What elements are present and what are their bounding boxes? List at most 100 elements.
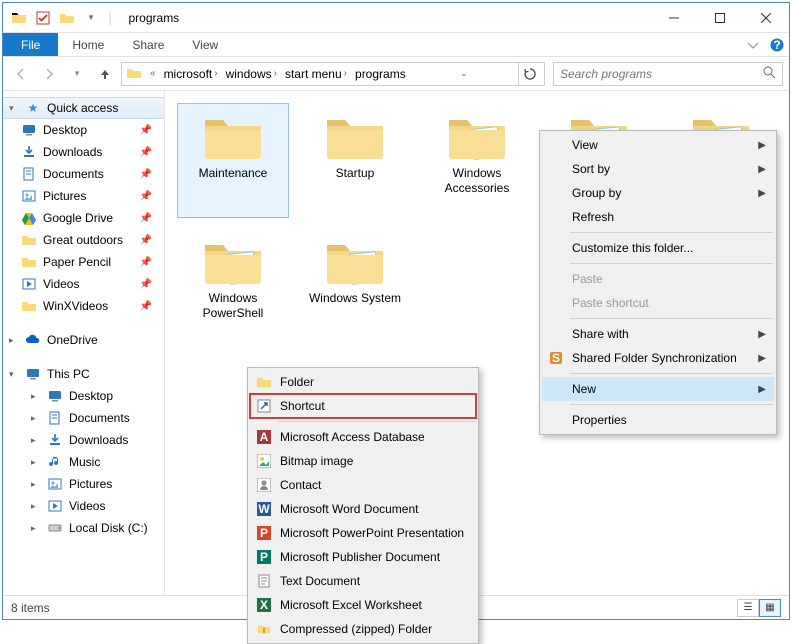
sidebar-item[interactable]: Videos📌 (3, 273, 164, 295)
ctx-new-bitmap[interactable]: Bitmap image (250, 449, 476, 473)
forward-button[interactable] (37, 62, 61, 86)
separator (570, 232, 773, 233)
refresh-button[interactable] (518, 63, 542, 85)
sidebar-item[interactable]: ▸Videos (3, 495, 164, 517)
ctx-group-by[interactable]: Group by▶ (542, 181, 774, 205)
recent-dropdown-icon[interactable]: ▾ (65, 62, 89, 86)
sidebar-item[interactable]: ▸Desktop (3, 385, 164, 407)
context-menu: View▶ Sort by▶ Group by▶ Refresh Customi… (539, 130, 777, 435)
item-icon (21, 298, 37, 314)
ctx-label: Paste shortcut (572, 296, 649, 310)
tab-file[interactable]: File (3, 33, 58, 56)
ribbon-collapse-icon[interactable] (741, 33, 765, 56)
help-icon[interactable]: ? (765, 33, 789, 56)
folder-tile[interactable]: Windows System (299, 228, 411, 328)
folder-icon (256, 374, 272, 390)
sidebar-header-onedrive[interactable]: ▸ OneDrive (3, 329, 164, 351)
ctx-new-txt[interactable]: Text Document (250, 569, 476, 593)
sidebar-item[interactable]: ▸Documents (3, 407, 164, 429)
pin-icon: 📌 (140, 257, 152, 268)
tab-view[interactable]: View (178, 33, 232, 56)
ctx-paste[interactable]: Paste (542, 267, 774, 291)
sidebar-item[interactable]: Pictures📌 (3, 185, 164, 207)
submenu-arrow-icon: ▶ (758, 164, 766, 175)
folder-tile[interactable]: Windows Accessories (421, 103, 533, 218)
sidebar-item[interactable]: Paper Pencil📌 (3, 251, 164, 273)
pin-icon: 📌 (140, 191, 152, 202)
ctx-new-folder[interactable]: Folder (250, 370, 476, 394)
icons-view-button[interactable]: ▦ (759, 599, 781, 617)
up-button[interactable] (93, 62, 117, 86)
breadcrumb[interactable]: « microsoft› windows› start menu› progra… (121, 62, 545, 86)
sidebar-item[interactable]: ▸Downloads (3, 429, 164, 451)
title-bar: ▾ │ programs (3, 3, 789, 33)
sidebar-item[interactable]: WinXVideos📌 (3, 295, 164, 317)
crumb-label: windows (226, 67, 272, 81)
item-icon (21, 232, 37, 248)
crumb-label: microsoft (164, 67, 213, 81)
ctx-new-zip[interactable]: Compressed (zipped) Folder (250, 617, 476, 641)
submenu-arrow-icon: ▶ (758, 140, 766, 151)
sidebar-item[interactable]: Google Drive📌 (3, 207, 164, 229)
separator (570, 404, 773, 405)
submenu-arrow-icon: ▶ (758, 329, 766, 340)
navigation-pane[interactable]: ▾ ★ Quick access Desktop📌Downloads📌Docum… (3, 91, 165, 595)
ctx-paste-shortcut[interactable]: Paste shortcut (542, 291, 774, 315)
text-icon (256, 573, 272, 589)
search-box[interactable] (553, 62, 783, 86)
qat-dropdown-icon[interactable]: ▾ (81, 8, 101, 28)
ctx-new-contact[interactable]: Contact (250, 473, 476, 497)
maximize-button[interactable] (697, 3, 743, 33)
star-icon: ★ (25, 100, 41, 116)
ctx-refresh[interactable]: Refresh (542, 205, 774, 229)
sidebar-item[interactable]: Desktop📌 (3, 119, 164, 141)
crumb[interactable]: start menu› (281, 67, 351, 81)
sidebar-item-label: Videos (69, 499, 105, 513)
crumb-label: start menu (285, 67, 342, 81)
ctx-view[interactable]: View▶ (542, 133, 774, 157)
folder-tile[interactable]: Maintenance (177, 103, 289, 218)
tab-home[interactable]: Home (58, 33, 118, 56)
ctx-sort-by[interactable]: Sort by▶ (542, 157, 774, 181)
sidebar-item[interactable]: ▸Local Disk (C:) (3, 517, 164, 539)
ctx-new-ppt[interactable]: PMicrosoft PowerPoint Presentation (250, 521, 476, 545)
crumb[interactable]: microsoft› (160, 67, 222, 81)
ctx-customize[interactable]: Customize this folder... (542, 236, 774, 260)
search-input[interactable] (560, 67, 763, 81)
svg-text:A: A (260, 430, 269, 444)
sidebar-item[interactable]: ▸Pictures (3, 473, 164, 495)
breadcrumb-overflow[interactable]: « (146, 68, 160, 79)
breadcrumb-dropdown-icon[interactable]: ⌄ (452, 63, 476, 85)
sidebar-header-quick-access[interactable]: ▾ ★ Quick access (3, 97, 164, 119)
folder-tile[interactable]: Windows PowerShell (177, 228, 289, 328)
ctx-new-pub[interactable]: PMicrosoft Publisher Document (250, 545, 476, 569)
new-folder-qat-icon[interactable] (57, 8, 77, 28)
back-button[interactable] (9, 62, 33, 86)
ctx-shared-folder-sync[interactable]: SShared Folder Synchronization▶ (542, 346, 774, 370)
ctx-properties[interactable]: Properties (542, 408, 774, 432)
ctx-new-access[interactable]: AMicrosoft Access Database (250, 425, 476, 449)
search-icon[interactable] (763, 66, 776, 82)
minimize-button[interactable] (651, 3, 697, 33)
ctx-new[interactable]: New▶ (542, 377, 774, 401)
ctx-new-word[interactable]: WMicrosoft Word Document (250, 497, 476, 521)
crumb[interactable]: programs (351, 67, 410, 81)
sidebar-item[interactable]: Great outdoors📌 (3, 229, 164, 251)
sidebar-item[interactable]: Documents📌 (3, 163, 164, 185)
sidebar-label: This PC (47, 367, 90, 381)
sidebar-header-this-pc[interactable]: ▾ This PC (3, 363, 164, 385)
word-icon: W (256, 501, 272, 517)
ctx-share-with[interactable]: Share with▶ (542, 322, 774, 346)
sidebar-item[interactable]: Downloads📌 (3, 141, 164, 163)
details-view-button[interactable]: ☰ (737, 599, 759, 617)
tab-share[interactable]: Share (118, 33, 178, 56)
crumb[interactable]: windows› (222, 67, 281, 81)
folder-tile[interactable]: Startup (299, 103, 411, 218)
ctx-new-xls[interactable]: XMicrosoft Excel Worksheet (250, 593, 476, 617)
ctx-label: Folder (280, 375, 314, 389)
ctx-new-shortcut[interactable]: Shortcut (250, 394, 476, 418)
context-submenu-new: Folder Shortcut AMicrosoft Access Databa… (247, 367, 479, 644)
properties-qat-icon[interactable] (33, 8, 53, 28)
close-button[interactable] (743, 3, 789, 33)
sidebar-item[interactable]: ▸Music (3, 451, 164, 473)
